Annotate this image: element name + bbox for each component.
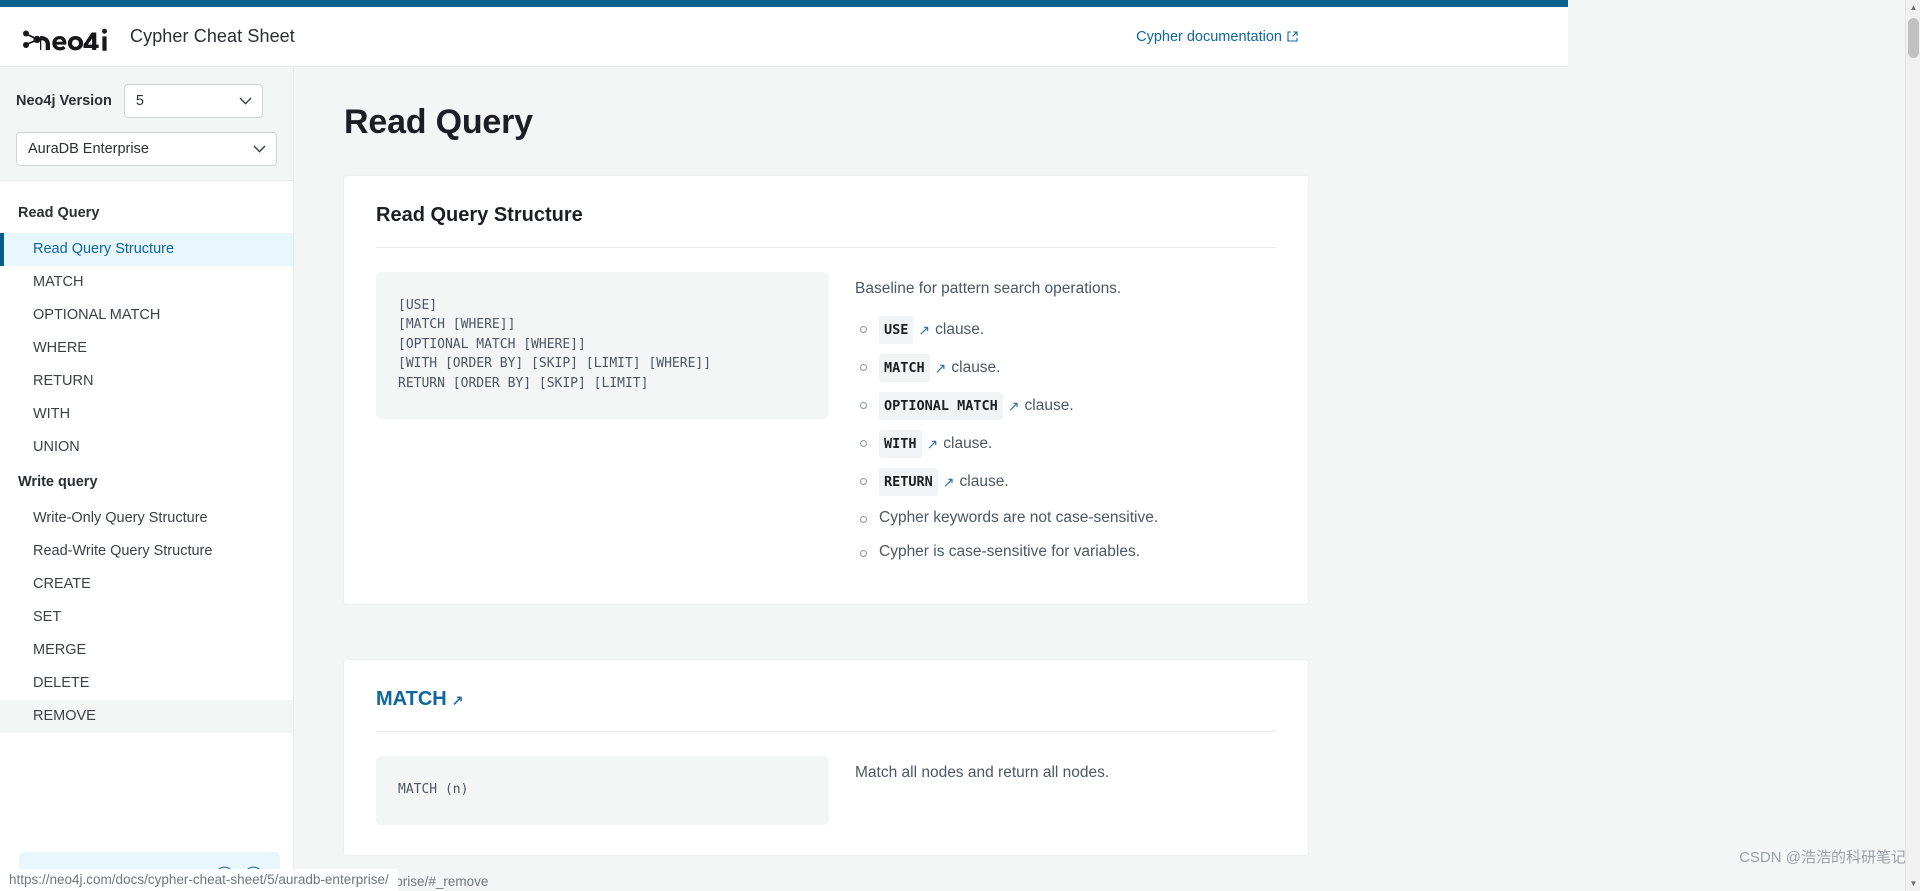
clause-text: Cypher is case-sensitive for variables. bbox=[879, 543, 1141, 560]
list-item: OPTIONAL MATCH ↗ clause. bbox=[855, 392, 1276, 420]
sidebar-item-match[interactable]: MATCH bbox=[0, 266, 293, 299]
top-accent-bar bbox=[0, 0, 1568, 7]
clause-text: clause. bbox=[959, 473, 1009, 490]
arrow-up-right-icon[interactable]: ↗ bbox=[918, 323, 930, 337]
arrow-up-right-icon[interactable]: ↗ bbox=[935, 361, 947, 375]
arrow-up-right-icon[interactable]: ↗ bbox=[1008, 399, 1020, 413]
version-row: Neo4j Version 5 bbox=[16, 84, 277, 118]
clause-code-match[interactable]: MATCH bbox=[879, 354, 930, 382]
sidebar-item-optional-match[interactable]: OPTIONAL MATCH bbox=[0, 299, 293, 332]
page-letterbox bbox=[1568, 0, 1920, 891]
main-content: Read Query Read Query Structure [USE] [M… bbox=[294, 67, 1568, 891]
clause-code-use[interactable]: USE bbox=[879, 316, 914, 344]
clause-text: clause. bbox=[935, 321, 985, 338]
list-item: Cypher is case-sensitive for variables. bbox=[855, 540, 1276, 564]
section-read-query-structure: Read Query Structure [USE] [MATCH [WHERE… bbox=[344, 176, 1308, 604]
clause-text: clause. bbox=[943, 435, 993, 452]
vertical-scrollbar-thumb[interactable] bbox=[1908, 18, 1919, 58]
sidebar: Neo4j Version 5 AuraDB Enterprise Read Q… bbox=[0, 67, 294, 891]
neo4j-logo-icon[interactable] bbox=[18, 20, 114, 54]
arrow-up-right-icon: ↗ bbox=[451, 692, 464, 708]
app-title: Cypher Cheat Sheet bbox=[130, 26, 295, 46]
sidebar-item-where[interactable]: WHERE bbox=[0, 332, 293, 365]
page-root: Cypher Cheat Sheet Cypher documentation bbox=[0, 0, 1568, 891]
scroll-up-arrow-icon[interactable]: ▲ bbox=[1906, 0, 1920, 15]
list-item: USE ↗ clause. bbox=[855, 316, 1276, 344]
scroll-down-arrow-icon[interactable]: ▼ bbox=[1906, 876, 1920, 891]
clause-list: USE ↗ clause. MATCH ↗ clause. OPTIONAL M… bbox=[855, 316, 1276, 564]
vertical-scrollbar[interactable]: ▲ ▼ bbox=[1905, 0, 1920, 891]
chevron-down-icon bbox=[253, 145, 266, 153]
header-actions: Cypher documentation bbox=[1136, 29, 1546, 45]
browser-viewport: Cypher Cheat Sheet Cypher documentation bbox=[0, 0, 1920, 891]
clause-code-with[interactable]: WITH bbox=[879, 430, 922, 458]
section-lead-text: Match all nodes and return all nodes. bbox=[855, 764, 1110, 781]
nav-group-title-write-query: Write query bbox=[18, 474, 98, 490]
sidebar-item-remove[interactable]: REMOVE bbox=[0, 700, 293, 733]
sidebar-item-read-write-query-structure[interactable]: Read-Write Query Structure bbox=[0, 535, 293, 568]
watermark: CSDN @浩浩的科研笔记 bbox=[1739, 849, 1906, 866]
nav-group-title-read-query: Read Query bbox=[18, 205, 100, 221]
version-label: Neo4j Version bbox=[16, 93, 112, 109]
cypher-documentation-label: Cypher documentation bbox=[1136, 28, 1282, 45]
chevron-down-icon bbox=[239, 97, 252, 105]
sidebar-item-union[interactable]: UNION bbox=[0, 431, 293, 464]
section-title-match[interactable]: MATCH ↗ bbox=[376, 688, 1276, 732]
section-split: MATCH (n) Match all nodes and return all… bbox=[376, 756, 1276, 826]
section-title-read-query-structure: Read Query Structure bbox=[376, 204, 1276, 248]
code-column: MATCH (n) bbox=[376, 756, 829, 826]
main-inner: Read Query Read Query Structure [USE] [M… bbox=[294, 67, 1568, 856]
product-select-value: AuraDB Enterprise bbox=[28, 141, 149, 157]
arrow-up-right-icon[interactable]: ↗ bbox=[943, 475, 955, 489]
version-select[interactable]: 5 bbox=[123, 84, 263, 118]
page-title: Read Query bbox=[344, 103, 533, 141]
sidebar-item-set[interactable]: SET bbox=[0, 601, 293, 634]
list-item: RETURN ↗ clause. bbox=[855, 468, 1276, 496]
brand-area[interactable]: Cypher Cheat Sheet bbox=[18, 20, 295, 54]
sidebar-item-read-query-structure[interactable]: Read Query Structure bbox=[0, 233, 293, 266]
sidebar-item-delete[interactable]: DELETE bbox=[0, 667, 293, 700]
description-column: Match all nodes and return all nodes. bbox=[855, 756, 1276, 800]
sidebar-nav: Read Query Read Query Structure MATCH OP… bbox=[0, 181, 293, 891]
cypher-documentation-link[interactable]: Cypher documentation bbox=[1136, 29, 1298, 45]
sidebar-item-with[interactable]: WITH bbox=[0, 398, 293, 431]
code-block-match[interactable]: MATCH (n) bbox=[376, 756, 829, 826]
site-header: Cypher Cheat Sheet Cypher documentation bbox=[0, 7, 1568, 67]
section-title-match-label: MATCH bbox=[376, 688, 447, 710]
product-select[interactable]: AuraDB Enterprise bbox=[16, 132, 277, 166]
clause-text: clause. bbox=[1024, 397, 1074, 414]
page-body: Neo4j Version 5 AuraDB Enterprise Read Q… bbox=[0, 67, 1568, 891]
section-split: [USE] [MATCH [WHERE]] [OPTIONAL MATCH [W… bbox=[376, 272, 1276, 574]
clause-text: Cypher keywords are not case-sensitive. bbox=[879, 509, 1159, 526]
sidebar-item-create[interactable]: CREATE bbox=[0, 568, 293, 601]
list-item: WITH ↗ clause. bbox=[855, 430, 1276, 458]
section-lead-text: Baseline for pattern search operations. bbox=[855, 280, 1122, 297]
list-item: MATCH ↗ clause. bbox=[855, 354, 1276, 382]
status-bar-url: https://neo4j.com/docs/cypher-cheat-shee… bbox=[0, 869, 398, 891]
clause-code-optional-match[interactable]: OPTIONAL MATCH bbox=[879, 392, 1003, 420]
clause-code-return[interactable]: RETURN bbox=[879, 468, 938, 496]
sidebar-item-write-only-query-structure[interactable]: Write-Only Query Structure bbox=[0, 502, 293, 535]
list-item: Cypher keywords are not case-sensitive. bbox=[855, 506, 1276, 530]
version-selector-panel: Neo4j Version 5 AuraDB Enterprise bbox=[0, 67, 293, 181]
external-link-icon bbox=[1287, 31, 1298, 42]
version-select-value: 5 bbox=[135, 93, 144, 109]
description-column: Baseline for pattern search operations. … bbox=[855, 272, 1276, 574]
arrow-up-right-icon[interactable]: ↗ bbox=[927, 437, 939, 451]
code-column: [USE] [MATCH [WHERE]] [OPTIONAL MATCH [W… bbox=[376, 272, 829, 420]
clause-text: clause. bbox=[951, 359, 1001, 376]
sidebar-item-return[interactable]: RETURN bbox=[0, 365, 293, 398]
section-match: MATCH ↗ MATCH (n) Match all nodes and ret… bbox=[344, 660, 1308, 856]
sidebar-item-merge[interactable]: MERGE bbox=[0, 634, 293, 667]
code-block-read-query-structure[interactable]: [USE] [MATCH [WHERE]] [OPTIONAL MATCH [W… bbox=[376, 272, 829, 420]
